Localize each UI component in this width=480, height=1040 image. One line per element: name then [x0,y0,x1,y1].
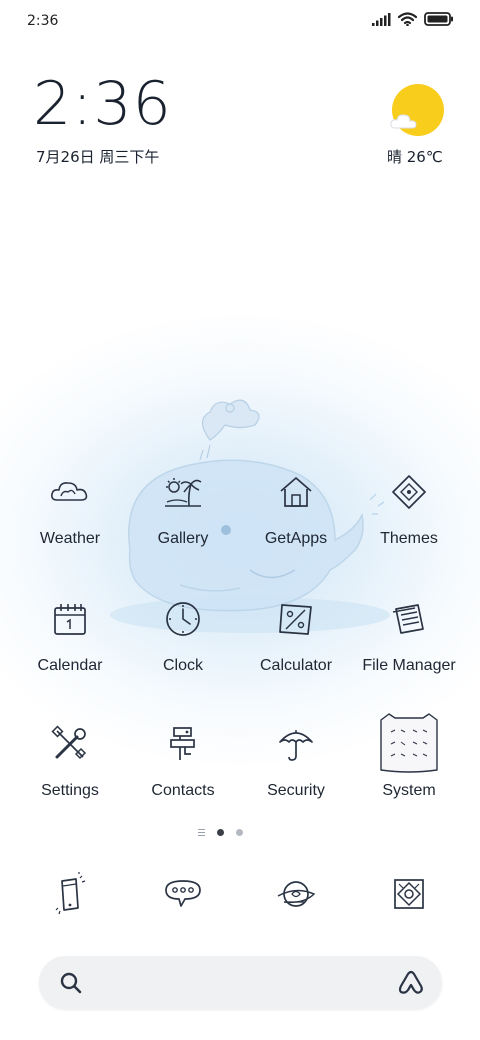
camera-icon[interactable] [387,872,431,916]
app-label: Calculator [259,657,333,674]
app-label: Settings [41,782,99,799]
palm-tree-icon [165,478,202,507]
contacts-icon [170,727,195,760]
app-themes[interactable]: Themes [353,470,465,548]
app-label: Security [267,782,325,799]
tools-icon [51,725,87,760]
page-indicator-menu[interactable] [198,829,205,836]
app-label: Gallery [157,530,209,547]
clock-widget-time[interactable]: 2:36 [33,74,172,134]
app-gallery[interactable]: Gallery [127,470,239,548]
app-weather[interactable]: Weather [14,470,126,548]
system-folder-icon [380,713,438,773]
weather-cloud-icon [51,482,88,501]
app-calendar[interactable]: Calendar [14,597,126,675]
app-label: GetApps [264,530,328,547]
diamond-icon [392,475,426,509]
assistant-icon[interactable] [397,970,425,996]
app-clock[interactable]: Clock [127,597,239,675]
weather-widget-text: 晴 26℃ [387,148,443,166]
cloud-icon [390,114,417,129]
calculator-icon [279,604,312,635]
page-indicator[interactable] [198,829,243,836]
signal-icon [372,12,391,26]
app-getapps[interactable]: GetApps [240,470,352,548]
wifi-icon [398,12,417,26]
app-system-folder[interactable]: System [353,712,465,800]
page-dot[interactable] [236,829,243,836]
app-calculator[interactable]: Calculator [240,597,352,675]
app-file-manager[interactable]: File Manager [353,597,465,675]
clock-widget-date: 7月26日 周三下午 [36,148,160,166]
house-icon [280,477,312,507]
app-label: Clock [162,657,203,674]
browser-icon[interactable] [274,872,318,916]
clock-icon [166,602,200,636]
app-label: Calendar [37,657,103,674]
calendar-icon [54,604,86,635]
app-label: System [382,782,436,799]
status-time: 2:36 [27,13,59,29]
phone-icon[interactable] [48,872,92,916]
app-security[interactable]: Security [240,722,352,800]
umbrella-icon [279,730,313,761]
battery-icon [424,12,453,26]
folder-icon [392,604,424,634]
messages-icon[interactable] [161,872,205,916]
app-settings[interactable]: Settings [14,722,126,800]
app-label: File Manager [362,657,456,674]
search-icon[interactable] [59,971,83,995]
status-icons [372,12,454,26]
app-label: Weather [39,530,101,547]
app-label: Themes [380,530,438,547]
app-label: Contacts [151,782,215,799]
page-dot-active[interactable] [217,829,224,836]
search-bar[interactable] [39,956,442,1009]
status-bar: 2:36 [0,0,480,42]
app-contacts[interactable]: Contacts [127,722,239,800]
